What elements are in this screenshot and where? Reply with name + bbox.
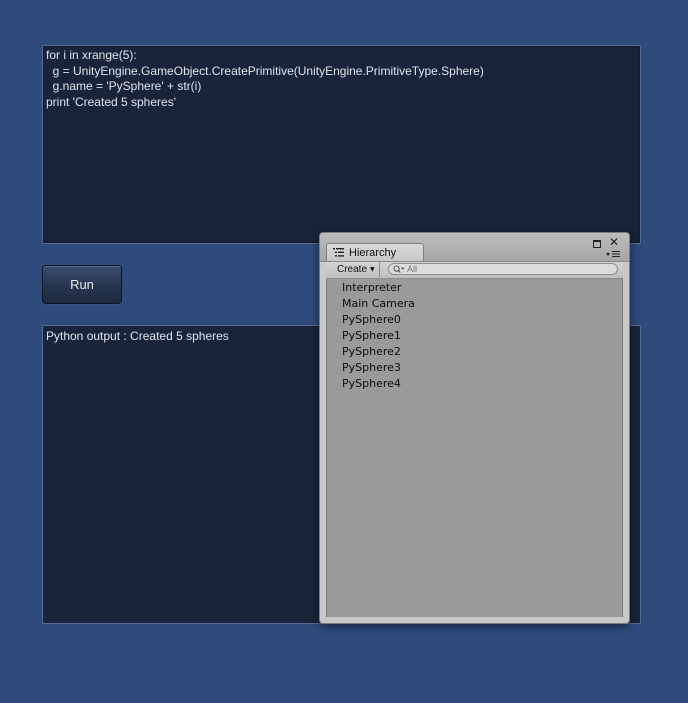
- hierarchy-item-pysphere4[interactable]: PySphere4: [327, 376, 622, 392]
- hierarchy-item-pysphere2[interactable]: PySphere2: [327, 344, 622, 360]
- hierarchy-titlebar[interactable]: Hierarchy ✕: [320, 233, 629, 262]
- hierarchy-item-pysphere3[interactable]: PySphere3: [327, 360, 622, 376]
- close-icon[interactable]: ✕: [609, 236, 619, 248]
- hierarchy-item-main-camera[interactable]: Main Camera: [327, 296, 622, 312]
- hierarchy-list-icon: [333, 248, 344, 257]
- hierarchy-list: Interpreter Main Camera PySphere0 PySphe…: [327, 279, 622, 392]
- tab-hierarchy[interactable]: Hierarchy: [326, 243, 424, 261]
- maximize-icon[interactable]: [593, 240, 601, 248]
- output-text: Python output : Created 5 spheres: [46, 329, 229, 343]
- hierarchy-list-panel: Interpreter Main Camera PySphere0 PySphe…: [326, 279, 623, 617]
- search-input[interactable]: [388, 263, 618, 275]
- hierarchy-item-pysphere1[interactable]: PySphere1: [327, 328, 622, 344]
- code-editor[interactable]: for i in xrange(5): g = UnityEngine.Game…: [42, 45, 641, 244]
- hierarchy-window: Hierarchy ✕ Create ▼ Interpreter Main Ca…: [319, 232, 630, 624]
- hierarchy-toolbar: Create ▼: [326, 262, 623, 279]
- create-label: Create: [337, 264, 368, 275]
- hierarchy-item-pysphere0[interactable]: PySphere0: [327, 312, 622, 328]
- tab-hierarchy-label: Hierarchy: [349, 246, 397, 259]
- chevron-down-icon: ▼: [370, 266, 375, 273]
- run-button[interactable]: Run: [42, 265, 122, 304]
- create-dropdown-button[interactable]: Create ▼: [330, 262, 380, 277]
- tab-menu-icon[interactable]: [606, 250, 620, 258]
- code-text[interactable]: for i in xrange(5): g = UnityEngine.Game…: [46, 48, 484, 110]
- hierarchy-item-interpreter[interactable]: Interpreter: [327, 280, 622, 296]
